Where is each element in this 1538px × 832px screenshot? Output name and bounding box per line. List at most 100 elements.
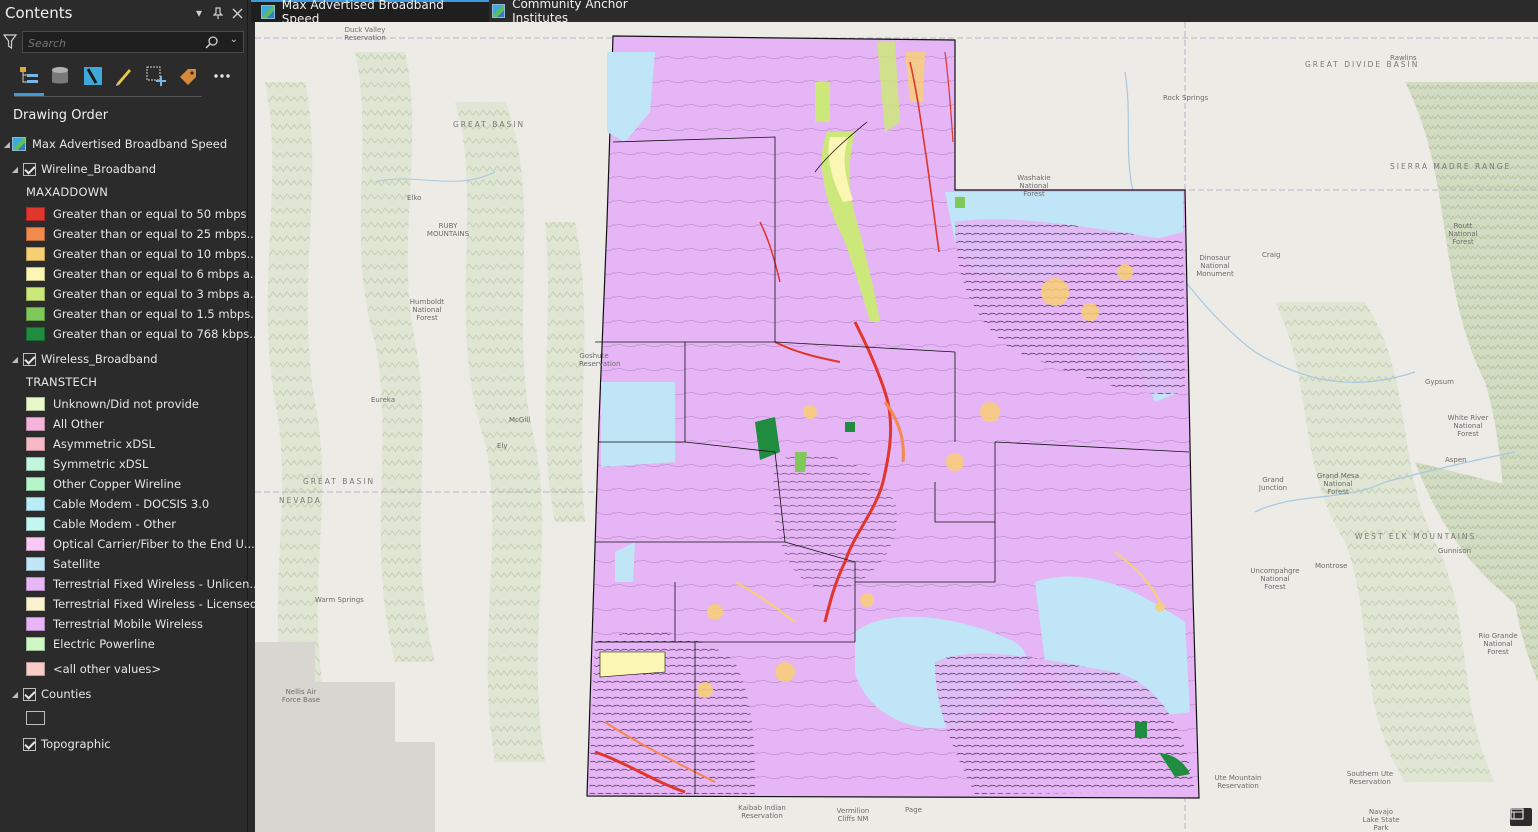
layer-topographic[interactable]: Topographic (10, 734, 111, 754)
search-icon[interactable] (205, 35, 219, 49)
legend-label: Greater than or equal to 10 mbps... (53, 247, 258, 261)
list-by-editing-icon[interactable] (112, 64, 136, 88)
map-label: Ute Mountain Reservation (1214, 774, 1262, 790)
search-input[interactable] (23, 33, 193, 54)
legend-label: Greater than or equal to 3 mbps a... (53, 287, 261, 301)
layer-visibility-checkbox[interactable] (23, 737, 36, 751)
layer-wireline-broadband[interactable]: ◢ Wireline_Broadband (10, 159, 156, 179)
legend-label: <all other values> (53, 662, 162, 676)
list-by-labeling-icon[interactable] (176, 64, 200, 88)
map-name: Max Advertised Broadband Speed (32, 137, 228, 151)
layers-panel-toggle-icon[interactable] (1510, 808, 1532, 826)
map-label: Montrose (1315, 562, 1348, 570)
legend-class[interactable]: Unknown/Did not provide (26, 394, 199, 414)
map-label: Duck Valley Reservation (344, 26, 386, 42)
map-view[interactable]: GREAT BASIN GREAT BASIN NEVADA GREAT DIV… (255, 22, 1538, 832)
map-label: Navajo Lake State Park (1362, 808, 1400, 832)
map-label: Kaibab Indian Reservation (738, 804, 786, 820)
legend-class[interactable]: Greater than or equal to 1.5 mbps... (26, 304, 261, 324)
legend-swatch (26, 497, 45, 511)
close-icon[interactable] (228, 4, 246, 22)
legend-class[interactable]: Greater than or equal to 768 kbps... (26, 324, 260, 344)
map-label: Dinosaur National Monument (1196, 254, 1234, 278)
legend-class[interactable]: Terrestrial Fixed Wireless - Licensed (26, 594, 257, 614)
legend-swatch (26, 662, 45, 676)
legend-label: Greater than or equal to 768 kbps... (53, 327, 261, 341)
pane-options-icon[interactable]: ▾ (190, 4, 208, 22)
collapse-arrow-icon[interactable]: ◢ (10, 165, 20, 174)
drawing-order-heading: Drawing Order (13, 108, 109, 123)
pin-icon[interactable] (209, 4, 227, 22)
search-box: ⌄ (22, 31, 244, 54)
layer-name: Counties (41, 687, 92, 701)
legend-class[interactable]: Asymmetric xDSL (26, 434, 155, 454)
legend-swatch (26, 267, 45, 281)
legend-label: Terrestrial Fixed Wireless - Unlicen... (53, 577, 261, 591)
map-label: Gunnison (1438, 547, 1472, 555)
legend-class[interactable]: <all other values> (26, 659, 161, 679)
legend-class[interactable]: Cable Modem - Other (26, 514, 176, 534)
more-options-icon[interactable] (210, 64, 234, 88)
legend-class[interactable]: Greater than or equal to 25 mbps... (26, 224, 258, 244)
toolbar-divider (14, 96, 202, 97)
collapse-arrow-icon[interactable]: ◢ (10, 355, 20, 364)
collapse-arrow-icon[interactable]: ◢ (10, 690, 20, 699)
layer-visibility-checkbox[interactable] (23, 352, 36, 366)
legend-swatch (26, 307, 45, 321)
legend-class[interactable]: Terrestrial Fixed Wireless - Unlicen... (26, 574, 260, 594)
contents-title: Contents (5, 4, 73, 22)
legend-swatch (26, 517, 45, 531)
legend-class[interactable]: Greater than or equal to 10 mbps... (26, 244, 258, 264)
list-by-drawing-order-icon[interactable] (17, 64, 41, 88)
map-label: Nellis Air Force Base (281, 688, 321, 704)
legend-class[interactable]: Optical Carrier/Fiber to the End U... (26, 534, 255, 554)
legend-class[interactable]: Terrestrial Mobile Wireless (26, 614, 203, 634)
search-options-icon[interactable]: ⌄ (230, 34, 238, 45)
map-label: Rawlins (1390, 54, 1417, 62)
tab-community-anchor-institutes[interactable]: Community Anchor Institutes (482, 0, 682, 25)
basemap-topographic (255, 22, 1538, 832)
filter-icon[interactable] (3, 34, 17, 50)
layer-name: Wireless_Broadband (41, 352, 158, 366)
map-label: Page (905, 806, 922, 814)
view-tab-bar: Max Advertised Broadband Speed Community… (249, 0, 1538, 26)
map-label: Southern Ute Reservation (1346, 770, 1394, 786)
layer-visibility-checkbox[interactable] (23, 687, 36, 701)
legend-class[interactable]: Satellite (26, 554, 100, 574)
legend-swatch (26, 397, 45, 411)
map-label: Humboldt National Forest (409, 298, 445, 322)
map-label: SIERRA MADRE RANGE (1390, 162, 1512, 171)
legend-swatch (26, 617, 45, 631)
legend-class[interactable]: Electric Powerline (26, 634, 155, 654)
legend-label: Optical Carrier/Fiber to the End U... (53, 537, 255, 551)
legend-class[interactable]: Other Copper Wireline (26, 474, 181, 494)
map-label: Routt National Forest (1448, 222, 1478, 246)
map-label: Gypsum (1425, 378, 1454, 386)
legend-label: Terrestrial Mobile Wireless (53, 617, 204, 631)
map-label: Grand Junction (1258, 476, 1288, 492)
map-icon (492, 4, 506, 18)
list-by-selection-icon[interactable] (81, 64, 105, 88)
collapse-arrow-icon[interactable]: ◢ (2, 140, 12, 149)
legend-class[interactable]: Symmetric xDSL (26, 454, 148, 474)
legend-class[interactable]: Greater than or equal to 3 mbps a... (26, 284, 261, 304)
legend-swatch (26, 227, 45, 241)
legend-class[interactable]: Cable Modem - DOCSIS 3.0 (26, 494, 209, 514)
map-label: Rio Grande National Forest (1478, 632, 1518, 656)
list-by-snapping-icon[interactable] (144, 64, 168, 88)
map-tree-node[interactable]: ◢ Max Advertised Broadband Speed (2, 134, 227, 154)
legend-class[interactable]: All Other (26, 414, 104, 434)
layer-wireless-broadband[interactable]: ◢ Wireless_Broadband (10, 349, 158, 369)
list-by-source-icon[interactable] (48, 64, 72, 88)
tab-max-advertised-broadband-speed[interactable]: Max Advertised Broadband Speed (251, 0, 489, 26)
legend-label: Symmetric xDSL (53, 457, 149, 471)
legend-class[interactable]: Greater than or equal to 6 mbps a... (26, 264, 261, 284)
map-label: Goshute Reservation (579, 352, 621, 368)
layer-counties[interactable]: ◢ Counties (10, 684, 92, 704)
legend-class[interactable]: Greater than or equal to 50 mbps (26, 204, 247, 224)
map-icon (12, 137, 26, 151)
legend-swatch (26, 457, 45, 471)
map-label: Aspen (1445, 456, 1467, 464)
legend-class[interactable] (26, 708, 45, 728)
layer-visibility-checkbox[interactable] (23, 162, 36, 176)
